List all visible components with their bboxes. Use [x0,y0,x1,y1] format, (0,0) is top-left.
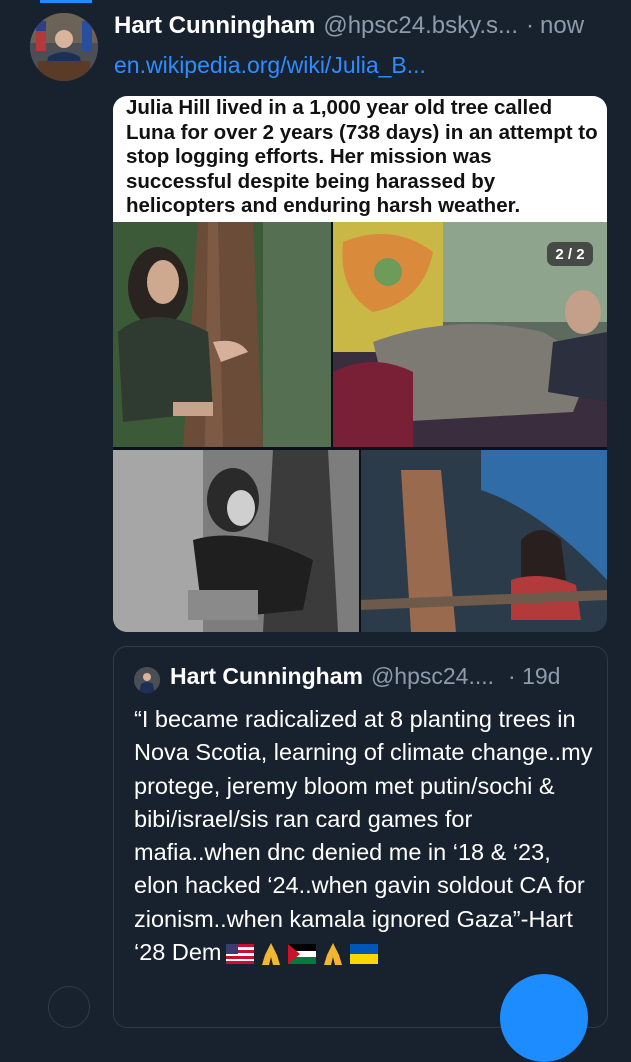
ukraine-flag-icon [349,943,378,964]
active-tab-indicator [40,0,92,3]
image-caption-area: Julia Hill lived in a 1,000 year old tre… [113,96,607,222]
image-counter: 2 / 2 [547,242,593,266]
quoted-author-name: Hart Cunningham [170,663,363,689]
praying-hands-icon [323,942,342,965]
us-flag-icon [225,943,254,964]
author-name[interactable]: Hart Cunningham [114,12,315,40]
quoted-post[interactable]: Hart Cunningham @hpsc24.... · 19d “I bec… [113,646,608,1028]
quoted-header: Hart Cunningham @hpsc24.... · 19d [170,663,600,690]
palestine-flag-icon [287,943,316,964]
post-image[interactable]: Julia Hill lived in a 1,000 year old tre… [113,96,607,632]
author-handle[interactable]: @hpsc24.bsky.s... [323,12,518,40]
quoted-text-block: “I became radicalized at 8 planting tree… [134,703,594,969]
photo-tent [361,450,607,632]
quoted-avatar [134,667,160,693]
photo-tree-hug [113,222,331,447]
separator-dot: · [526,12,534,39]
post-link[interactable]: en.wikipedia.org/wiki/Julia_B... [114,52,426,79]
praying-hands-icon [261,942,280,965]
quoted-author-handle: @hpsc24.... [370,663,495,689]
quoted-text: “I became radicalized at 8 planting tree… [134,706,593,966]
quoted-time: · 19d [508,663,561,689]
reply-avatar-placeholder [48,986,90,1028]
photo-black-white [113,450,359,632]
avatar[interactable] [30,13,98,81]
emoji-row [225,941,378,967]
compose-button[interactable] [500,974,588,1062]
post-header: Hart Cunningham @hpsc24.bsky.s... · now [114,12,624,44]
post-time: now [540,12,585,39]
image-caption: Julia Hill lived in a 1,000 year old tre… [126,96,598,217]
